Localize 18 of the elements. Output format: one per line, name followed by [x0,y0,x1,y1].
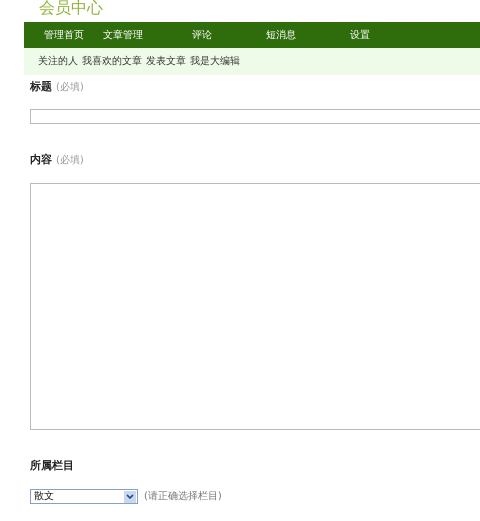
required-hint: (必填) [56,154,84,168]
nav-link[interactable]: 评论 [192,28,266,42]
nav-link[interactable]: 短消息 [266,28,350,42]
field-label: 内容 [30,152,52,168]
sub-nav-link[interactable]: 关注的人 [38,54,78,69]
sub-nav-link[interactable]: 我喜欢的文章 [82,54,142,69]
nav-link[interactable]: 管理首页 [24,28,103,42]
field-label: 所属栏目 [30,458,74,474]
nav-link[interactable]: 设置 [350,28,410,42]
sub-nav-link[interactable]: 发表文章 [146,54,186,69]
category-hint: (请正确选择栏目) [144,490,222,504]
content-textarea[interactable] [30,183,480,430]
required-hint: (必填) [56,80,84,95]
field-label: 标题 [30,79,52,95]
nav-link[interactable]: 文章管理 [103,28,192,42]
title-input[interactable] [30,109,480,124]
sub-nav-link[interactable]: 我是大编辑 [190,54,240,69]
category-select[interactable]: 散文 [30,489,138,504]
